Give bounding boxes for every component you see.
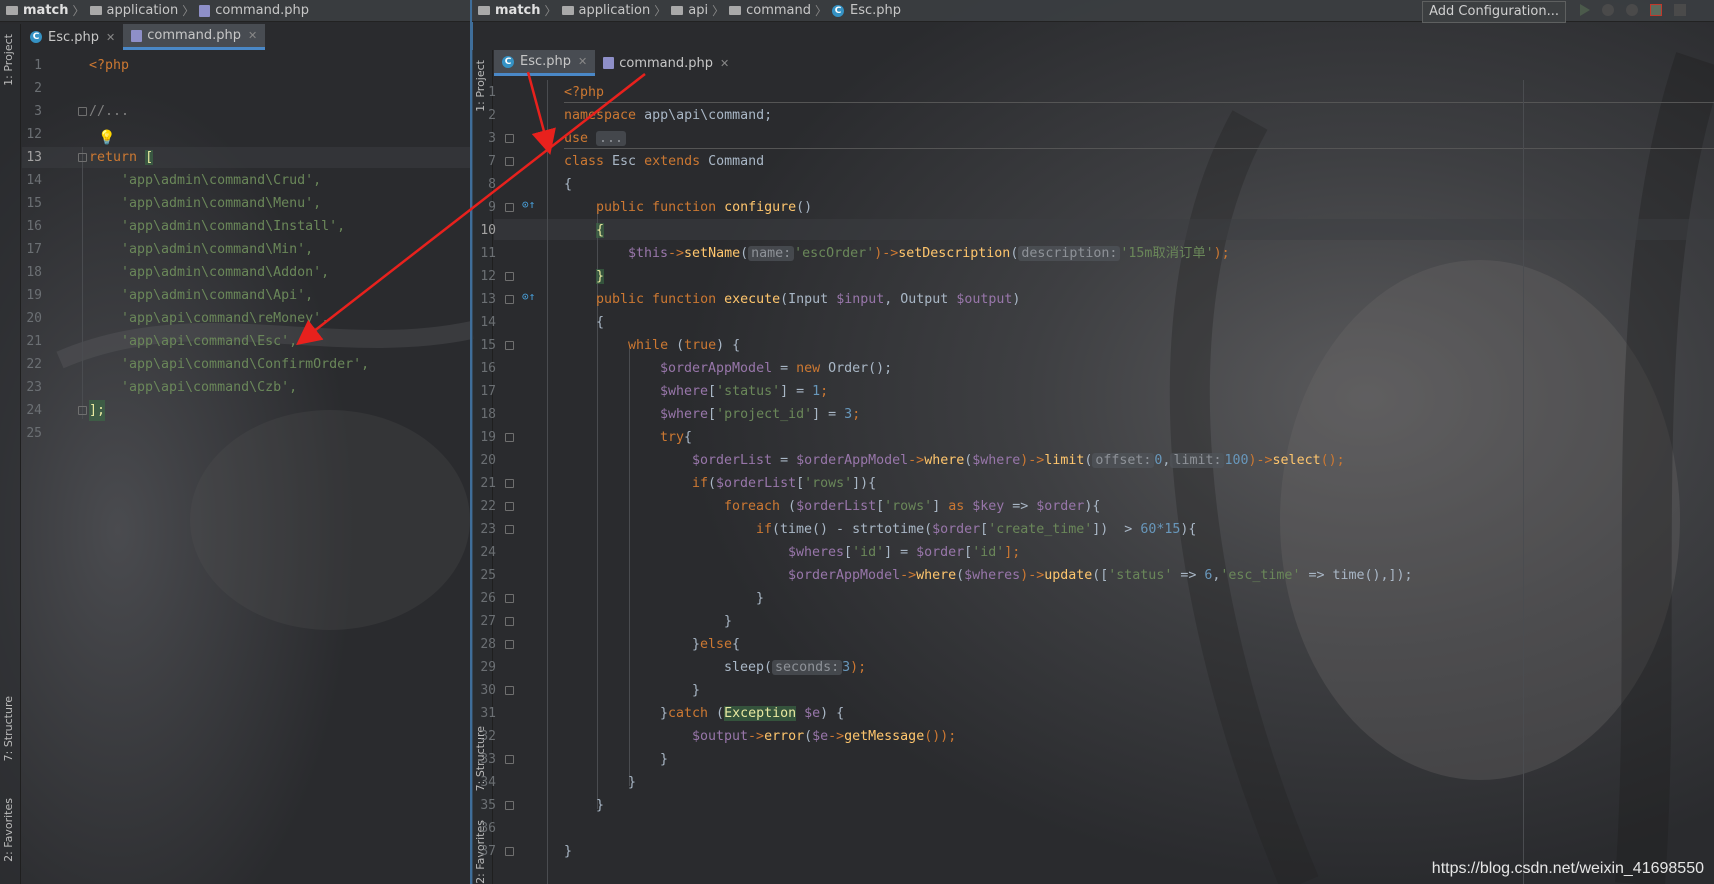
fold-marker[interactable] (505, 847, 514, 856)
tab-label: command.php (147, 28, 241, 43)
fold-marker[interactable] (505, 502, 514, 511)
fold-marker[interactable] (505, 525, 514, 534)
breadcrumb-api[interactable]: api (688, 3, 708, 18)
method-separator (564, 102, 1714, 103)
fold-marker[interactable] (78, 107, 87, 116)
folder-icon (671, 6, 684, 15)
fold-marker[interactable] (505, 341, 514, 350)
fold-marker[interactable] (78, 406, 87, 415)
right-margin-guide (1523, 80, 1524, 884)
php-file-icon (603, 57, 615, 69)
param-hint: name: (748, 246, 795, 261)
structure-tool-button[interactable]: 7: Structure (2, 696, 15, 761)
fold-marker[interactable] (505, 203, 514, 212)
right-editor-pane: match 〉 application 〉 api 〉 command 〉 C Esc.p… (472, 0, 1714, 884)
tab-command-php[interactable]: command.php ✕ (123, 24, 266, 50)
run-icon[interactable] (1580, 4, 1590, 16)
php-file-icon (131, 29, 143, 42)
close-icon[interactable]: ✕ (578, 55, 587, 68)
close-icon[interactable]: ✕ (248, 29, 257, 42)
override-method-icon[interactable]: ⊙↑ (522, 290, 535, 303)
stop-icon[interactable] (1674, 4, 1686, 16)
breadcrumb-command[interactable]: command (746, 3, 811, 18)
fold-marker[interactable] (505, 433, 514, 442)
param-hint: offset: (1092, 453, 1155, 468)
gutter-border (547, 80, 548, 884)
param-hint: description: (1018, 246, 1121, 261)
tab-label: Esc.php (48, 29, 100, 45)
fold-marker[interactable] (505, 479, 514, 488)
breadcrumb-match[interactable]: match (495, 3, 541, 18)
left-breadcrumb: match 〉 application 〉 command.php (0, 0, 472, 22)
current-line-highlight (494, 219, 1714, 240)
debug-icon[interactable] (1602, 4, 1614, 16)
fold-marker[interactable] (505, 295, 514, 304)
fold-marker[interactable] (505, 272, 514, 281)
left-tab-bar: C Esc.php ✕ command.php ✕ (22, 24, 472, 50)
breadcrumb-match[interactable]: match (23, 3, 69, 18)
indent-guide (629, 349, 630, 786)
fold-marker[interactable] (505, 640, 514, 649)
fold-marker[interactable] (505, 617, 514, 626)
tab-label: command.php (619, 55, 713, 71)
right-tab-bar: C Esc.php ✕ command.php ✕ (494, 50, 1714, 76)
param-hint: seconds: (772, 660, 843, 675)
fold-marker[interactable] (505, 134, 514, 143)
fold-marker[interactable] (505, 157, 514, 166)
folded-comment[interactable]: //... (89, 101, 129, 122)
class-file-icon: C (832, 4, 845, 17)
breadcrumb-esc-php[interactable]: Esc.php (850, 3, 901, 18)
method-separator (564, 148, 1714, 149)
close-icon[interactable]: ✕ (720, 57, 729, 70)
coverage-icon[interactable] (1626, 4, 1638, 16)
fold-marker[interactable] (505, 801, 514, 810)
folded-imports[interactable]: ... (596, 131, 627, 146)
php-run-icon[interactable] (1650, 4, 1662, 16)
class-file-icon: C (30, 31, 42, 43)
tab-esc-php[interactable]: C Esc.php ✕ (22, 24, 123, 50)
add-configuration-button[interactable]: Add Configuration... (1422, 1, 1566, 23)
class-file-icon: C (502, 55, 514, 68)
breadcrumb-application[interactable]: application (107, 3, 179, 18)
breadcrumb-command-php[interactable]: command.php (215, 3, 309, 18)
fold-marker[interactable] (505, 594, 514, 603)
watermark: https://blog.csdn.net/weixin_41698550 (1431, 860, 1704, 877)
fold-marker[interactable] (78, 153, 87, 162)
folder-icon (6, 6, 18, 15)
favorites-tool-button[interactable]: 2: Favorites (2, 798, 15, 862)
lightbulb-icon[interactable]: 💡 (98, 130, 115, 146)
tab-esc-php[interactable]: C Esc.php ✕ (494, 50, 596, 76)
folder-icon (561, 6, 574, 15)
left-editor-pane: match 〉 application 〉 command.php C Esc.php… (0, 0, 472, 884)
breadcrumb-application[interactable]: application (579, 3, 651, 18)
override-method-icon[interactable]: ⊙↑ (522, 198, 535, 211)
folder-icon (478, 6, 490, 15)
fold-marker[interactable] (505, 686, 514, 695)
tab-label: Esc.php (520, 54, 572, 69)
php-file-icon (199, 4, 211, 17)
close-icon[interactable]: ✕ (106, 31, 115, 44)
folder-icon (729, 6, 742, 15)
fold-marker[interactable] (505, 755, 514, 764)
tab-command-php[interactable]: command.php ✕ (595, 50, 737, 76)
indent-guide (82, 147, 83, 419)
param-hint: limit: (1170, 453, 1225, 468)
folder-icon (89, 6, 102, 15)
